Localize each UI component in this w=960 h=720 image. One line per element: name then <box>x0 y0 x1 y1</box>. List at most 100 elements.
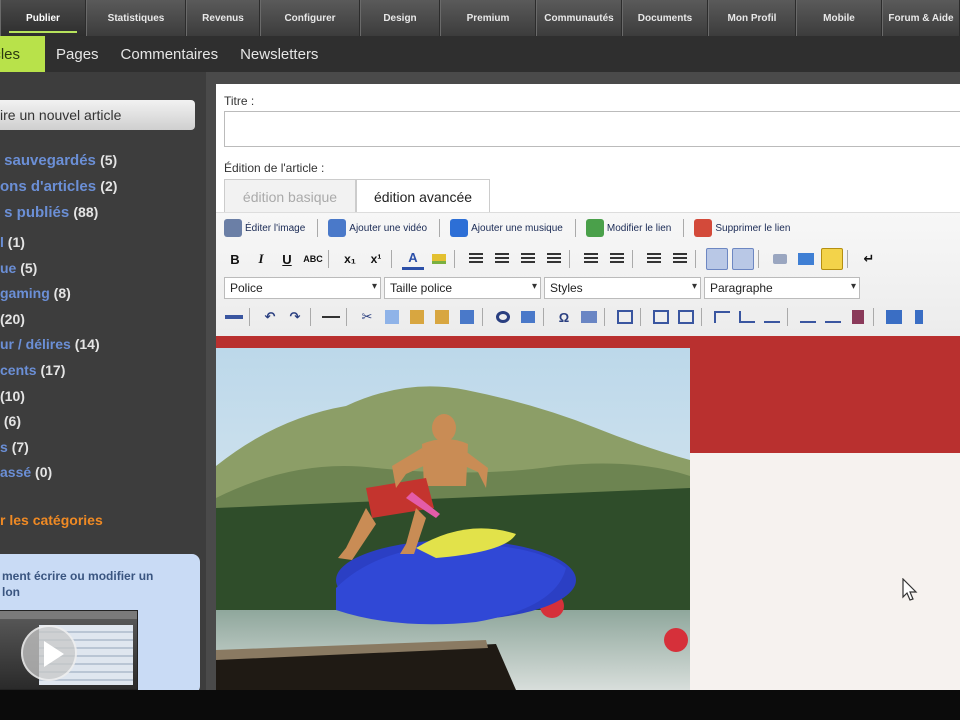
anchor-icon[interactable] <box>732 248 754 270</box>
editor-content[interactable] <box>216 336 960 690</box>
copy-icon[interactable] <box>382 307 402 327</box>
table-props-icon[interactable] <box>676 307 696 327</box>
nav-configurer[interactable]: Configurer <box>260 0 360 36</box>
tab-basic-edit[interactable]: édition basique <box>224 179 356 213</box>
smiley-icon[interactable] <box>821 248 843 270</box>
highlight-color-icon[interactable] <box>428 248 450 270</box>
video-thumbnail[interactable] <box>0 610 138 690</box>
category-item[interactable]: (20) <box>0 311 100 337</box>
nav-premium[interactable]: Premium <box>440 0 536 36</box>
tab-advanced-edit[interactable]: édition avancée <box>356 179 490 213</box>
subnav-newsletters[interactable]: Newsletters <box>229 36 329 72</box>
insert-row-icon[interactable] <box>712 307 732 327</box>
italic-button[interactable]: I <box>250 248 272 270</box>
indent-icon[interactable] <box>669 248 691 270</box>
status-saved[interactable]: sauvegardés (5) <box>0 152 117 178</box>
nav-mon-profil[interactable]: Mon Profil <box>708 0 796 36</box>
toolbar-row-tools: ↶ ↷ ✂ Ω <box>224 307 934 327</box>
thumb-bar <box>0 611 137 619</box>
delete-row-icon[interactable] <box>737 307 757 327</box>
superscript-m-icon[interactable] <box>823 307 843 327</box>
insert-column-icon[interactable] <box>762 307 782 327</box>
horizontal-rule-icon[interactable] <box>321 307 341 327</box>
align-left-icon[interactable] <box>465 248 487 270</box>
font-size-select[interactable]: Taille police <box>384 277 541 299</box>
add-music-button[interactable]: Ajouter une musique <box>450 217 563 239</box>
category-item[interactable]: (6) <box>0 413 100 439</box>
find-icon[interactable] <box>493 307 513 327</box>
styles-select[interactable]: Styles <box>544 277 701 299</box>
nav-forum-aide[interactable]: Forum & Aide <box>882 0 960 36</box>
image-icon[interactable] <box>795 248 817 270</box>
table-icon[interactable] <box>651 307 671 327</box>
play-icon[interactable] <box>21 625 77 681</box>
subscript-button[interactable]: x₁ <box>339 248 361 270</box>
subnav-pages[interactable]: Pages <box>45 36 110 72</box>
outdent-icon[interactable] <box>643 248 665 270</box>
text-color-button[interactable]: A <box>402 248 424 270</box>
title-input[interactable] <box>224 111 960 147</box>
replace-icon[interactable] <box>518 307 538 327</box>
category-item[interactable]: assé (0) <box>0 464 100 490</box>
code-icon[interactable] <box>224 307 244 327</box>
filter-icon[interactable] <box>848 307 868 327</box>
status-published[interactable]: s publiés (88) <box>0 204 117 230</box>
numbered-list-icon[interactable] <box>606 248 628 270</box>
align-center-icon[interactable] <box>491 248 513 270</box>
strikethrough-button[interactable]: ABC <box>302 248 324 270</box>
nav-publier[interactable]: Publier <box>0 0 86 36</box>
remove-link-button[interactable]: Supprimer le lien <box>694 217 790 239</box>
nav-statistiques[interactable]: Statistiques <box>86 0 186 36</box>
special-char-icon[interactable]: Ω <box>554 307 574 327</box>
separator <box>604 308 605 326</box>
add-video-button[interactable]: Ajouter une vidéo <box>328 217 427 239</box>
category-item[interactable]: ue (5) <box>0 260 100 286</box>
category-item[interactable]: s (7) <box>0 439 100 465</box>
align-right-icon[interactable] <box>517 248 539 270</box>
nav-communautes[interactable]: Communautés <box>536 0 622 36</box>
nav-mobile[interactable]: Mobile <box>796 0 882 36</box>
remove-link-label: Supprimer le lien <box>715 222 791 234</box>
underline-button[interactable]: U <box>276 248 298 270</box>
edit-link-button[interactable]: Modifier le lien <box>585 217 671 239</box>
article-image[interactable] <box>216 348 690 690</box>
new-article-button[interactable]: ire un nouvel article <box>0 100 195 130</box>
paste-word-icon[interactable] <box>457 307 477 327</box>
sub-navigation: icles Pages Commentaires Newsletters <box>0 36 960 72</box>
add-music-label: Ajouter une musique <box>471 222 563 234</box>
link-icon[interactable] <box>706 248 728 270</box>
bullet-list-icon[interactable] <box>580 248 602 270</box>
nav-design[interactable]: Design <box>360 0 440 36</box>
category-label: ur / délires <box>0 336 71 353</box>
align-justify-icon[interactable] <box>543 248 565 270</box>
title-label: Titre : <box>224 94 255 108</box>
nav-revenus[interactable]: Revenus <box>186 0 260 36</box>
subnav-commentaires[interactable]: Commentaires <box>110 36 230 72</box>
category-item[interactable]: gaming (8) <box>0 285 100 311</box>
bold-button[interactable]: B <box>224 248 246 270</box>
nav-documents[interactable]: Documents <box>622 0 708 36</box>
edit-form-icon[interactable] <box>615 307 635 327</box>
see-categories-link[interactable]: r les catégories <box>0 512 103 528</box>
enter-icon[interactable]: ↵ <box>858 248 880 270</box>
category-item[interactable]: l (1) <box>0 234 100 260</box>
paste-icon[interactable] <box>407 307 427 327</box>
eraser-icon[interactable] <box>769 248 791 270</box>
paragraph-select[interactable]: Paragraphe <box>704 277 860 299</box>
redo-icon[interactable]: ↷ <box>285 307 305 327</box>
font-select[interactable]: Police <box>224 277 381 299</box>
edit-image-button[interactable]: Éditer l'image <box>224 217 305 239</box>
subnav-articles[interactable]: icles <box>0 36 45 72</box>
spellcheck-icon[interactable] <box>579 307 599 327</box>
superscript-button[interactable]: x¹ <box>365 248 387 270</box>
cut-icon[interactable]: ✂ <box>357 307 377 327</box>
subscript-n-icon[interactable] <box>798 307 818 327</box>
category-item[interactable]: ur / délires (14) <box>0 336 100 362</box>
more-icon[interactable] <box>909 307 929 327</box>
undo-icon[interactable]: ↶ <box>260 307 280 327</box>
paste-text-icon[interactable] <box>432 307 452 327</box>
chart-icon[interactable] <box>884 307 904 327</box>
category-item[interactable]: cents (17) <box>0 362 100 388</box>
category-item[interactable]: (10) <box>0 388 100 414</box>
status-revisions[interactable]: ons d'articles (2) <box>0 178 117 204</box>
